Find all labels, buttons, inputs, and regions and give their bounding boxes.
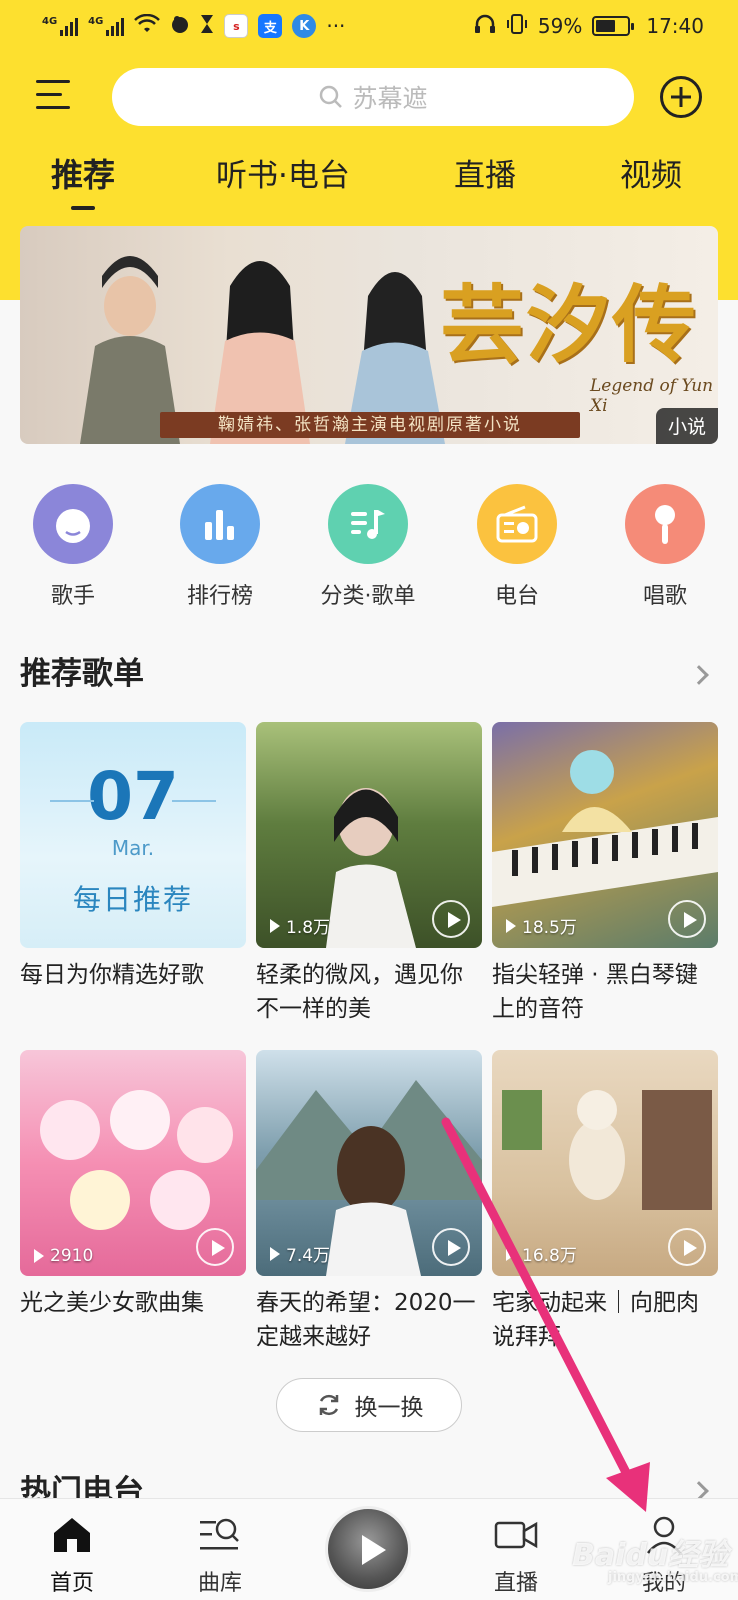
tab-audiobook-radio[interactable]: 听书·电台 [216,150,350,195]
playlist-title: 光之美少女歌曲集 [20,1290,204,1316]
quick-entry-label: 电台 [494,584,539,609]
play-button[interactable] [668,900,706,938]
menu-icon[interactable] [36,80,70,110]
video-camera-icon [494,1515,538,1555]
hourglass-icon [200,14,214,39]
playlist-title: 指尖轻弹 · 黑白琴键上的音符 [492,962,698,1022]
play-button[interactable] [668,1228,706,1266]
quick-entry-charts[interactable]: 排行榜 [160,484,280,610]
bar-chart-icon [180,484,260,564]
active-tab-indicator [71,206,95,210]
playlist-title: 轻柔的微风，遇见你不一样的美 [256,962,463,1022]
playlist-title: 每日为你精选好歌 [20,962,204,988]
singer-face-icon [33,484,113,564]
playlist-cover: 7.4万 [256,1050,482,1276]
quick-entry-label: 排行榜 [186,584,253,609]
signal-icon: 4G [88,16,125,36]
play-count: 16.8万 [506,1241,577,1266]
signal-icon: 4G [42,16,79,36]
tab-video[interactable]: 视频 [620,150,682,195]
play-button[interactable] [196,1228,234,1266]
play-button[interactable] [432,900,470,938]
vibrate-icon [506,13,528,39]
playlist-cover: 1.8万 [256,722,482,948]
watermark: Baidu经验 jingyan.baidu.com [572,1538,738,1585]
library-search-icon [198,1515,242,1555]
home-icon [50,1515,94,1555]
alipay-app-icon: 支 [258,14,283,38]
playlist-cover: 2910 [20,1050,246,1276]
playlist-cover: 16.8万 [492,1050,718,1276]
refresh-icon [319,1394,338,1416]
playlist-cover: 18.5万 [492,722,718,948]
battery-percent: 59% [537,14,583,38]
notification-icon [170,14,190,39]
playlist-card[interactable]: 1.8万 轻柔的微风，遇见你不一样的美 [256,722,482,1026]
chevron-right-icon[interactable] [689,665,709,685]
banner-subtitle: 鞠婧祎、张哲瀚主演电视剧原著小说 [160,412,580,438]
play-count: 1.8万 [270,913,330,938]
playlist-title: 春天的希望：2020一定越来越好 [256,1290,476,1350]
promo-banner[interactable]: 芸汐传 Legend of Yun Xi 鞠婧祎、张哲瀚主演电视剧原著小说 小说 [20,226,718,444]
music-list-icon [328,484,408,564]
daily-day: 07 [20,758,246,835]
top-bar: 苏幕遮 [0,64,738,126]
quick-entry-singer[interactable]: 歌手 [13,484,133,610]
radio-icon [477,484,557,564]
playlist-card[interactable]: 2910 光之美少女歌曲集 [20,1050,246,1320]
tab-live[interactable]: 直播 [454,150,516,195]
status-left: 4G 4G s 支 K ··· [42,13,346,39]
nav-label: 直播 [493,1571,538,1596]
quick-entry-karaoke[interactable]: 唱歌 [605,484,725,610]
playlist-cover: 07 Mar. 每日推荐 [20,722,246,948]
banner-tag: 小说 [655,408,718,444]
now-playing-button[interactable] [325,1506,411,1592]
search-input[interactable]: 苏幕遮 [112,68,634,126]
quick-entry-label: 唱歌 [642,584,687,609]
play-button[interactable] [432,1228,470,1266]
top-tabs: 推荐 听书·电台 直播 视频 [0,150,738,210]
playlist-card[interactable]: 7.4万 春天的希望：2020一定越来越好 [256,1050,482,1354]
daily-label: 每日推荐 [72,883,193,916]
add-icon[interactable] [660,76,702,118]
refresh-label: 换一换 [354,1395,424,1421]
overflow-icon: ··· [326,14,346,38]
refresh-button[interactable]: 换一换 [276,1378,462,1432]
banner-title: 芸汐传 [440,275,699,374]
quick-entries: 歌手 排行榜 分类·歌单 电台 唱歌 [0,484,738,609]
play-count: 2910 [34,1246,93,1266]
playlist-card-daily[interactable]: 07 Mar. 每日推荐 每日为你精选好歌 [20,722,246,992]
nav-library[interactable]: 曲库 [170,1515,270,1597]
status-right: 59% 17:40 [474,13,704,39]
microphone-icon [625,484,705,564]
daily-month: Mar. [111,836,155,860]
section-title-playlists: 推荐歌单 [20,656,144,692]
nav-label: 曲库 [197,1571,242,1596]
play-count: 7.4万 [270,1241,330,1266]
quick-entry-radio[interactable]: 电台 [457,484,577,610]
playlist-card[interactable]: 16.8万 宅家动起来｜向肥肉说拜拜 [492,1050,718,1354]
quick-entry-category[interactable]: 分类·歌单 [308,484,428,610]
nav-label: 首页 [49,1571,94,1596]
nav-home[interactable]: 首页 [22,1515,122,1597]
playlist-card[interactable]: 18.5万 指尖轻弹 · 黑白琴键上的音符 [492,722,718,1026]
sina-app-icon: s [224,14,249,38]
wifi-icon [134,13,161,39]
headphones-icon [474,14,496,39]
quick-entry-label: 歌手 [50,584,95,609]
quick-entry-label: 分类·歌单 [320,584,416,609]
battery-icon [592,16,635,36]
playlist-title: 宅家动起来｜向肥肉说拜拜 [492,1290,699,1350]
search-placeholder: 苏幕遮 [352,84,428,113]
k-app-icon: K [292,14,317,38]
tab-recommend[interactable]: 推荐 [51,150,115,196]
nav-live[interactable]: 直播 [466,1515,566,1597]
status-bar: 4G 4G s 支 K ··· 59% 17:40 [0,0,738,52]
search-icon [320,85,343,108]
play-count: 18.5万 [506,913,577,938]
clock: 17:40 [646,14,704,38]
